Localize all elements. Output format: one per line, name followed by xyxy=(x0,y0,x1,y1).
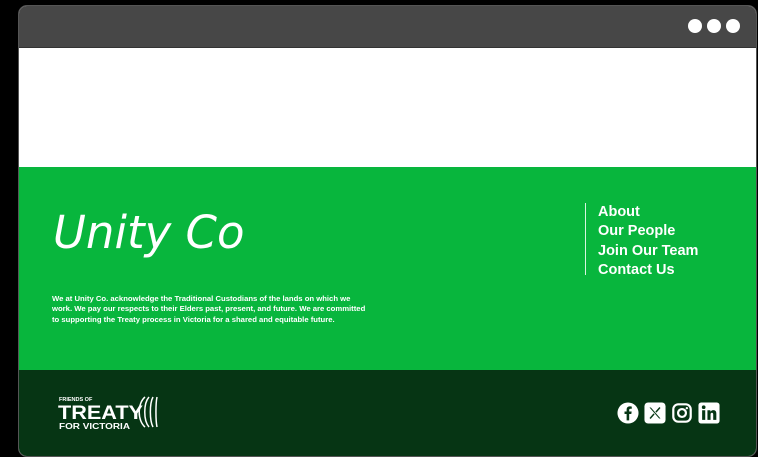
treaty-logo-line3: FOR VICTORIA xyxy=(59,421,130,431)
linkedin-icon[interactable] xyxy=(698,402,720,424)
facebook-icon[interactable] xyxy=(617,402,639,424)
nav-link-about[interactable]: About xyxy=(598,203,698,222)
title-bar xyxy=(19,6,756,48)
instagram-icon[interactable] xyxy=(671,402,693,424)
nav-link-contact-us[interactable]: Contact Us xyxy=(598,261,698,280)
acknowledgement-text: We at Unity Co. acknowledge the Traditio… xyxy=(52,294,366,324)
brand-wordmark: Unity Co. xyxy=(53,206,243,259)
footer-bottom: FRIENDS OF TREATY FOR VICTORIA xyxy=(19,370,756,456)
social-links xyxy=(617,402,720,424)
browser-window: Unity Co. We at Unity Co. acknowledge th… xyxy=(19,6,756,456)
page-content-area xyxy=(19,48,756,167)
nav-link-our-people[interactable]: Our People xyxy=(598,222,698,241)
footer-nav: About Our People Join Our Team Contact U… xyxy=(585,203,698,278)
window-controls[interactable] xyxy=(688,19,740,33)
friends-of-treaty-logo[interactable]: FRIENDS OF TREATY FOR VICTORIA xyxy=(57,393,160,433)
x-icon[interactable] xyxy=(644,402,666,424)
menu-dot-icon[interactable] xyxy=(707,19,721,33)
menu-dot-icon[interactable] xyxy=(688,19,702,33)
footer-main: Unity Co. We at Unity Co. acknowledge th… xyxy=(19,167,756,370)
unity-co-logo[interactable]: Unity Co. xyxy=(53,201,243,271)
nav-link-join-our-team[interactable]: Join Our Team xyxy=(598,242,698,261)
menu-dot-icon[interactable] xyxy=(726,19,740,33)
